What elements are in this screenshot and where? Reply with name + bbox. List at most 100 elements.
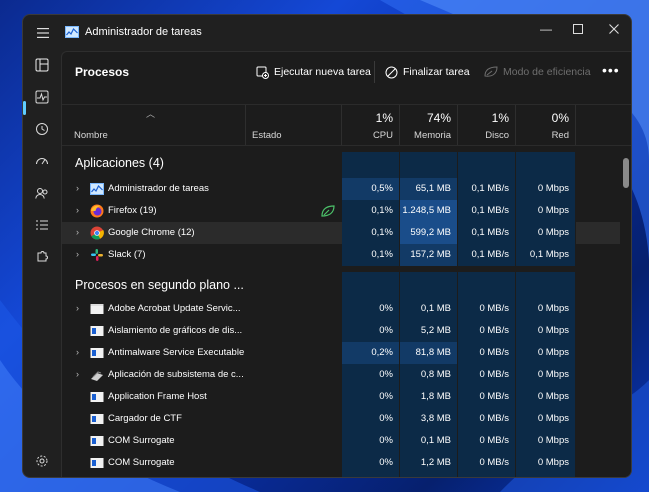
service-window-icon	[90, 348, 104, 358]
column-status[interactable]: Estado	[246, 105, 342, 145]
column-name[interactable]: ︿ Nombre	[62, 105, 246, 145]
table-row[interactable]: Aislamiento de gráficos de dis... 0% 5,2 M…	[62, 320, 620, 342]
heat-band	[458, 152, 515, 178]
disk-value: 0 MB/s	[458, 386, 516, 408]
mem-value: 3,8 MB	[400, 408, 458, 430]
table-row[interactable]: COM Surrogate 0% 0,1 MB 0 MB/s 0 Mbps	[62, 430, 620, 452]
heat-band	[400, 152, 457, 178]
column-disk[interactable]: 1% Disco	[458, 105, 516, 145]
disk-value: 0,1 MB/s	[458, 200, 516, 222]
service-window-icon	[90, 392, 104, 402]
net-value: 0 Mbps	[516, 342, 576, 364]
mem-value: 599,2 MB	[400, 222, 458, 244]
services-puzzle-icon	[37, 251, 48, 262]
service-window-icon	[90, 436, 104, 446]
process-name: Antimalware Service Executable	[108, 347, 245, 358]
net-value: 0,1 Mbps	[516, 244, 576, 266]
disk-value: 0 MB/s	[458, 408, 516, 430]
task-manager-icon	[65, 26, 79, 38]
expand-chevron-icon[interactable]: ›	[76, 249, 79, 259]
efficiency-mode-label: Modo de eficiencia	[503, 66, 591, 78]
firefox-icon	[90, 204, 104, 218]
net-value: 0 Mbps	[516, 178, 576, 200]
expand-chevron-icon[interactable]: ›	[76, 369, 79, 379]
disk-value: 0 MB/s	[458, 364, 516, 386]
process-list: Aplicaciones (4) Procesos en segundo pla…	[62, 146, 631, 477]
expand-chevron-icon[interactable]: ›	[76, 303, 79, 313]
group-header-background[interactable]: Procesos en segundo plano ...	[75, 278, 244, 292]
nav-users[interactable]	[29, 181, 55, 205]
nav-processes[interactable]	[29, 53, 55, 77]
heat-band	[516, 272, 575, 298]
new-task-icon	[256, 66, 269, 79]
column-cpu-label: CPU	[372, 130, 393, 141]
expand-chevron-icon[interactable]: ›	[76, 205, 79, 215]
close-button[interactable]	[597, 17, 631, 41]
net-value: 0 Mbps	[516, 430, 576, 452]
end-task-button[interactable]: Finalizar tarea	[385, 64, 470, 80]
process-name: Application Frame Host	[108, 391, 207, 402]
expand-chevron-icon[interactable]: ›	[76, 347, 79, 357]
disk-value: 0 MB/s	[458, 320, 516, 342]
table-row[interactable]: › Firefox (19) 0,1% 1.248,5 MB 0,1 MB/s 0 Mbp…	[62, 200, 620, 222]
disk-value: 0 MB/s	[458, 430, 516, 452]
task-manager-window: Administrador de tareas — Procesos Ejecu…	[22, 14, 632, 478]
slack-icon	[91, 249, 103, 261]
net-value: 0 Mbps	[516, 386, 576, 408]
process-name: Firefox (19)	[108, 205, 157, 216]
net-value: 0 Mbps	[516, 452, 576, 474]
minimize-button[interactable]: —	[529, 17, 563, 41]
column-cpu[interactable]: 1% CPU	[342, 105, 400, 145]
efficiency-mode-button[interactable]: Modo de eficiencia	[484, 64, 591, 80]
nav-performance[interactable]	[29, 85, 55, 109]
table-row[interactable]: › Antimalware Service Executable 0,2% 81,8 …	[62, 342, 620, 364]
column-network[interactable]: 0% Red	[516, 105, 576, 145]
run-new-task-button[interactable]: Ejecutar nueva tarea	[256, 64, 371, 80]
cpu-value: 0%	[342, 408, 400, 430]
efficiency-leaf-icon	[321, 205, 335, 217]
table-row[interactable]: Cargador de CTF 0% 3,8 MB 0 MB/s 0 Mbps	[62, 408, 620, 430]
nav-settings[interactable]	[29, 449, 55, 473]
disk-total: 1%	[491, 111, 509, 125]
process-name: Administrador de tareas	[108, 183, 209, 194]
table-row[interactable]: › Aplicación de subsistema de c... 0% 0,8 M…	[62, 364, 620, 386]
cpu-value: 0%	[342, 298, 400, 320]
cpu-value: 0%	[342, 452, 400, 474]
net-value: 0 Mbps	[516, 320, 576, 342]
table-row[interactable]: › Google Chrome (12) 0,1% 599,2 MB 0,1 MB/s 0…	[62, 222, 620, 244]
maximize-button[interactable]	[561, 17, 595, 41]
table-row[interactable]: COM Surrogate 0% 1,2 MB 0 MB/s 0 Mbps	[62, 452, 620, 474]
nav-app-history[interactable]	[29, 117, 55, 141]
column-name-label: Nombre	[74, 130, 108, 141]
table-row[interactable]: › Adobe Acrobat Update Servic... 0% 0,1 MB 0…	[62, 298, 620, 320]
cpu-value: 0%	[342, 386, 400, 408]
mem-value: 0,1 MB	[400, 298, 458, 320]
end-task-label: Finalizar tarea	[403, 66, 470, 78]
cpu-total: 1%	[375, 111, 393, 125]
column-memory[interactable]: 74% Memoria	[400, 105, 458, 145]
scrollbar-thumb[interactable]	[623, 158, 629, 188]
table-row[interactable]: Application Frame Host 0% 1,8 MB 0 MB/s 0 Mb…	[62, 386, 620, 408]
expand-chevron-icon[interactable]: ›	[76, 183, 79, 193]
table-row[interactable]: › Administrador de tareas 0,5% 65,1 MB 0,1 M…	[62, 178, 620, 200]
mem-value: 0,1 MB	[400, 430, 458, 452]
net-value: 0 Mbps	[516, 474, 576, 477]
nav-details[interactable]	[29, 213, 55, 237]
cpu-value: 0,1%	[342, 244, 400, 266]
group-header-apps[interactable]: Aplicaciones (4)	[75, 156, 164, 170]
hamburger-menu-icon[interactable]	[35, 25, 51, 41]
leaf-icon	[484, 66, 498, 77]
nav-startup[interactable]	[29, 149, 55, 173]
cpu-value: 0%	[342, 364, 400, 386]
mem-value: 0,8 MB	[400, 474, 458, 477]
toolbar-separator	[374, 61, 375, 83]
more-options-button[interactable]: •••	[602, 62, 620, 78]
table-row[interactable]: › Slack (7) 0,1% 157,2 MB 0,1 MB/s 0,1 Mbps	[62, 244, 620, 266]
mem-value: 65,1 MB	[400, 178, 458, 200]
process-name: COM Surrogate	[108, 435, 175, 446]
expand-chevron-icon[interactable]: ›	[76, 227, 79, 237]
table-row[interactable]: COM Surrogate0%0,8 MB0 MB/s0 Mbps	[62, 474, 620, 477]
details-list-icon	[36, 220, 48, 230]
service-window-icon	[90, 326, 104, 336]
nav-services[interactable]	[29, 245, 55, 269]
